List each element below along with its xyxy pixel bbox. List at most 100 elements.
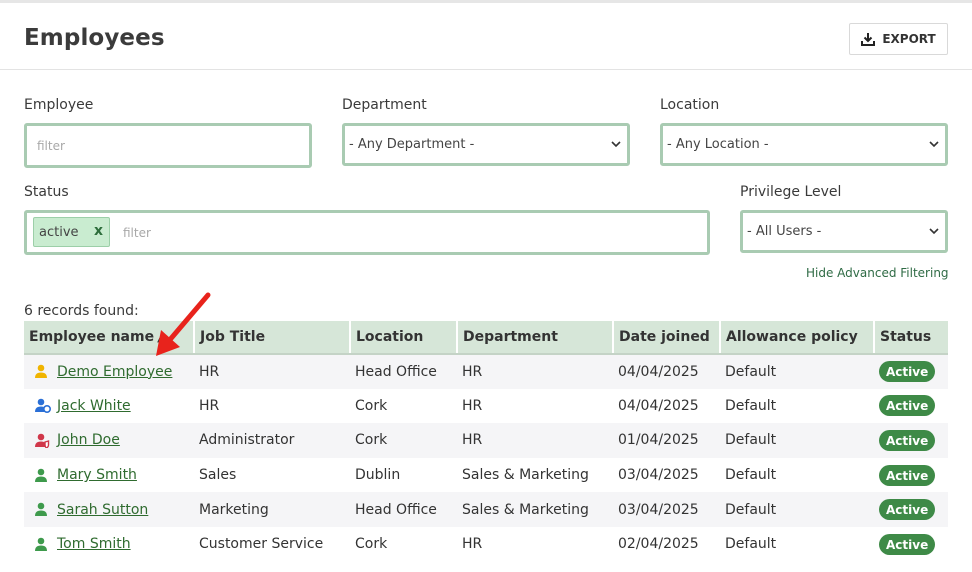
cell-status: Active	[874, 423, 948, 458]
status-badge: Active	[879, 533, 936, 555]
cell-job-title: Sales	[194, 457, 350, 493]
user-icon	[29, 537, 51, 552]
cell-department: HR	[457, 526, 613, 562]
status-filter-input[interactable]	[113, 213, 693, 252]
privilege-select[interactable]: - All Users -	[740, 210, 948, 253]
location-select-value: - Any Location -	[667, 137, 769, 152]
table-row: Sarah Sutton Marketing Head Office Sales & …	[24, 492, 948, 527]
employee-name-link[interactable]: Mary Smith	[57, 467, 137, 483]
export-label: EXPORT	[882, 32, 936, 46]
cell-allowance-policy: Default	[720, 457, 874, 493]
col-job-title[interactable]: Job Title	[194, 321, 351, 355]
chevron-down-icon	[611, 141, 621, 148]
chevron-down-icon	[929, 141, 939, 148]
cell-allowance-policy: Default	[720, 492, 874, 527]
col-status[interactable]: Status	[874, 321, 948, 355]
status-tag-label: active	[39, 224, 79, 240]
cell-date-joined: 03/04/2025	[613, 457, 720, 493]
employee-name-link[interactable]: Tom Smith	[57, 536, 131, 552]
remove-tag-button[interactable]: x	[94, 223, 103, 239]
privilege-select-value: - All Users -	[747, 224, 822, 239]
cell-status: Active	[874, 354, 948, 389]
manager-user-icon	[29, 398, 51, 414]
cell-job-title: Marketing	[194, 492, 350, 527]
status-badge: Active	[879, 499, 936, 521]
table-row: Jack White HR Cork HR 04/04/2025 Default Activ…	[24, 388, 948, 424]
cell-location: Cork	[350, 526, 457, 562]
status-badge: Active	[879, 429, 936, 451]
table-row: Tom Smith Customer Service Cork HR 02/04/202…	[24, 526, 948, 562]
admin-user-icon	[29, 433, 51, 448]
cell-status: Active	[874, 492, 948, 527]
download-icon	[861, 33, 876, 46]
hide-advanced-filtering-link[interactable]: Hide Advanced Filtering	[806, 266, 949, 280]
cell-employee-name: Sarah Sutton	[24, 492, 194, 527]
cell-job-title: HR	[194, 354, 350, 389]
red-arrow-annotation	[156, 292, 211, 356]
cell-allowance-policy: Default	[720, 354, 874, 389]
department-select[interactable]: - Any Department -	[342, 123, 630, 166]
table-row: Mary Smith Sales Dublin Sales & Marketing 03…	[24, 457, 948, 493]
cell-employee-name: Demo Employee	[24, 354, 194, 389]
records-count: 6 records found:	[24, 303, 139, 319]
cell-department: HR	[457, 388, 613, 424]
table-row: Demo Employee HR Head Office HR 04/04/2025 De…	[24, 354, 948, 389]
status-badge: Active	[879, 464, 936, 486]
export-button[interactable]: EXPORT	[849, 23, 948, 55]
table-row: John Doe Administrator Cork HR 01/04/2025 Def…	[24, 423, 948, 458]
col-department[interactable]: Department	[457, 321, 614, 355]
cell-date-joined: 03/04/2025	[613, 492, 720, 527]
employee-name-link[interactable]: John Doe	[57, 432, 120, 448]
cell-department: HR	[457, 423, 613, 458]
cell-date-joined: 04/04/2025	[613, 388, 720, 424]
col-allowance-policy[interactable]: Allowance policy	[720, 321, 875, 355]
cell-location: Dublin	[350, 457, 457, 493]
location-filter-label: Location	[660, 97, 720, 113]
cell-status: Active	[874, 457, 948, 493]
status-filter-label: Status	[24, 184, 69, 200]
user-icon	[29, 468, 51, 483]
department-select-value: - Any Department -	[349, 137, 475, 152]
cell-date-joined: 04/04/2025	[613, 354, 720, 389]
status-tag-active: active x	[33, 217, 110, 247]
status-badge: Active	[879, 361, 936, 383]
cell-date-joined: 02/04/2025	[613, 526, 720, 562]
cell-job-title: Customer Service	[194, 526, 350, 562]
user-icon	[29, 502, 51, 517]
cell-status: Active	[874, 388, 948, 424]
cell-allowance-policy: Default	[720, 423, 874, 458]
employee-filter-box	[24, 123, 312, 168]
cell-employee-name: Tom Smith	[24, 526, 194, 562]
cell-employee-name: Jack White	[24, 388, 194, 424]
employee-filter-label: Employee	[24, 97, 94, 113]
location-select[interactable]: - Any Location -	[660, 123, 948, 166]
page-title: Employees	[24, 25, 165, 51]
status-badge: Active	[879, 395, 936, 417]
cell-location: Head Office	[350, 492, 457, 527]
employee-name-link[interactable]: Jack White	[57, 398, 131, 414]
cell-job-title: Administrator	[194, 423, 350, 458]
chevron-down-icon	[929, 228, 939, 235]
cell-employee-name: John Doe	[24, 423, 194, 458]
col-location[interactable]: Location	[350, 321, 458, 355]
cell-department: HR	[457, 354, 613, 389]
cell-allowance-policy: Default	[720, 388, 874, 424]
cell-department: Sales & Marketing	[457, 457, 613, 493]
department-filter-label: Department	[342, 97, 427, 113]
admin-user-icon	[29, 364, 51, 379]
cell-allowance-policy: Default	[720, 526, 874, 562]
cell-location: Cork	[350, 423, 457, 458]
status-filter-box: active x	[24, 210, 710, 255]
employee-name-link[interactable]: Sarah Sutton	[57, 502, 148, 518]
cell-status: Active	[874, 526, 948, 562]
cell-department: Sales & Marketing	[457, 492, 613, 527]
page-header: Employees EXPORT	[0, 3, 972, 70]
employee-name-link[interactable]: Demo Employee	[57, 364, 172, 380]
cell-employee-name: Mary Smith	[24, 457, 194, 493]
cell-location: Head Office	[350, 354, 457, 389]
employee-filter-input[interactable]	[27, 126, 309, 165]
cell-job-title: HR	[194, 388, 350, 424]
cell-location: Cork	[350, 388, 457, 424]
cell-date-joined: 01/04/2025	[613, 423, 720, 458]
col-date-joined[interactable]: Date joined	[613, 321, 721, 355]
